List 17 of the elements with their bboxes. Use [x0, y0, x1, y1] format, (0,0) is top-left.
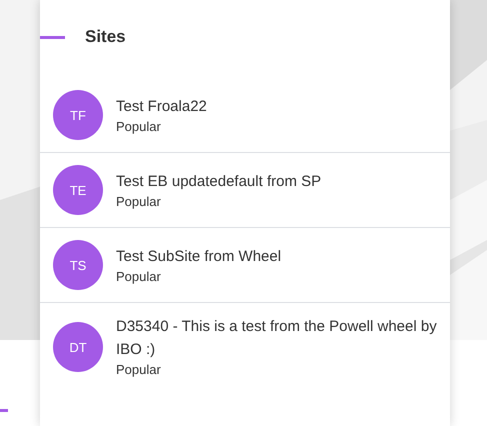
site-item[interactable]: TE Test EB updatedefault from SP Popular	[40, 153, 450, 228]
panel-title: Sites	[85, 27, 126, 47]
site-category: Popular	[116, 361, 161, 379]
site-category: Popular	[116, 118, 161, 136]
site-avatar: TE	[53, 165, 103, 215]
site-avatar: TF	[53, 90, 103, 140]
site-category: Popular	[116, 192, 161, 210]
site-name: D35340 - This is a test from the Powell wheel by IBO :)	[116, 317, 438, 360]
site-name: Test Froala22	[116, 96, 207, 116]
site-category: Popular	[116, 268, 161, 286]
site-avatar: TS	[53, 240, 103, 290]
site-item[interactable]: TS Test SubSite from Wheel Popular	[40, 228, 450, 303]
site-name: Test EB updatedefault from SP	[116, 172, 322, 192]
site-name: Test SubSite from Wheel	[116, 246, 282, 266]
site-item[interactable]: DT D35340 - This is a test from the Powell wheel by IBO :) Popular	[40, 303, 450, 391]
site-item[interactable]: TF Test Froala22 Popular	[40, 78, 450, 153]
site-avatar: DT	[53, 322, 103, 372]
